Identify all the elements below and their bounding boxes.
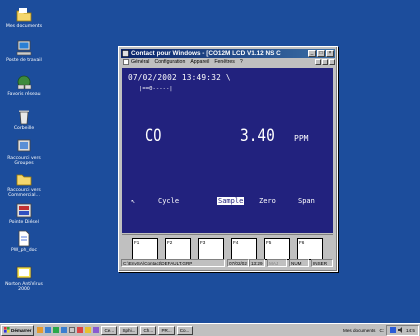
mdi-controls [314,59,335,65]
desktop-icon-label: Corbeille [13,126,35,131]
taskbar: Démarrer Ce... Sphi... Ch... PR... Co...… [0,323,420,336]
mdi-restore-button[interactable] [322,59,328,65]
menu-appareil[interactable]: Appareil [190,59,209,65]
folder-icon [16,174,32,186]
start-label: Démarrer [11,327,32,333]
function-key-f3[interactable]: F3 [198,238,224,260]
desktop-icon-norton-antivirus[interactable]: Norton AntiVirus 2000 [2,264,46,293]
function-key-f6[interactable]: F6 [297,238,323,260]
desktop-icon-pw-ph-doc[interactable]: PW_ph_doc [2,230,46,253]
desktop-icon-label: Favoris réseau [7,92,41,97]
document-icon [18,230,30,247]
minimize-button[interactable]: _ [308,50,316,57]
status-path: C:\EnvSA\Contact\DEFAULT.GRP [121,259,225,267]
close-button[interactable]: × [326,50,334,57]
mdi-minimize-button[interactable] [315,59,321,65]
status-num: NUM [289,259,309,267]
desktop-icon-label: Norton AntiVirus 2000 [5,282,43,293]
contact-window: Contact pour Windows - [CO12M LCD V1.12 … [118,46,338,272]
cursor-arrow-icon: ↖ [131,197,136,205]
display-gas-name: CO [145,126,162,146]
taskbar-task[interactable]: Ch... [140,325,157,335]
display-bargraph: |==0-----| [139,86,173,92]
desktop-icon-label: Mes documents [5,24,43,29]
desktop-icon-poste-de-travail[interactable]: Poste de travail [2,40,46,63]
status-time: 13:29 [249,259,265,267]
display-unit: PPM [294,134,309,143]
antivirus-icon [16,266,32,279]
address-label: Mes documents [343,327,376,333]
softkey-labels: ↖ Cycle Sample Zero Span [122,197,333,207]
quick-launch-icon[interactable] [93,327,100,333]
document-window-icon[interactable] [123,59,129,65]
display-datetime: 07/02/2002 13:49:32 \ [128,73,231,82]
quick-launch-icon[interactable] [69,327,76,333]
desktop-icon-label: Pointe Diésel [9,220,39,225]
quick-launch-icon[interactable] [45,327,52,333]
taskbar-task[interactable]: Ce... [101,325,118,335]
quick-launch [37,327,100,333]
status-maj: MAJ [267,259,287,267]
desktop-icon-label: Raccourci vers Commercial... [7,188,41,199]
quick-launch-icon[interactable] [37,327,44,333]
application-icon [16,203,32,218]
start-button[interactable]: Démarrer [1,324,35,336]
function-key-f2[interactable]: F2 [165,238,191,260]
quick-launch-icon[interactable] [77,327,84,333]
app-icon [122,50,129,57]
desktop-icon-label: PW_ph_doc [11,248,37,253]
mdi-close-button[interactable] [329,59,335,65]
status-bar: C:\EnvSA\Contact\DEFAULT.GRP 07/02/02 13… [121,259,334,268]
address-drive[interactable]: C: [379,328,384,333]
analyzer-display: 07/02/2002 13:49:32 \ |==0-----| CO 3.40… [122,68,333,233]
menu-configuration[interactable]: Configuration [154,59,185,65]
desktop-icon-raccourci-commercial[interactable]: Raccourci vers Commercial... [2,170,46,199]
softkey-cycle[interactable]: Cycle [158,197,179,205]
desktop-icon-raccourci-groupes[interactable]: Raccourci vers Groupes [2,138,46,167]
maximize-button[interactable]: □ [317,50,325,57]
desktop-icon-corbeille[interactable]: Corbeille [2,108,46,131]
desktop-icon-favoris-reseau[interactable]: Favoris réseau [2,74,46,97]
taskbar-task[interactable]: Co... [176,325,193,335]
quick-launch-icon[interactable] [53,327,60,333]
softkey-sample[interactable]: Sample [217,197,245,205]
quick-launch-icon[interactable] [85,327,92,333]
windows-logo-icon [4,327,10,333]
desktop-icon-label: Poste de travail [6,58,42,63]
status-date: 07/02/02 [227,259,249,267]
window-title: Contact pour Windows - [CO12M LCD V1.12 … [131,50,281,57]
computer-icon [16,40,32,56]
menu-fenetres[interactable]: Fenêtres [214,59,234,65]
network-icon [17,75,32,90]
desktop-icon-mes-documents[interactable]: Mes documents [2,6,46,29]
shortcut-icon [17,139,31,152]
status-inser: INSER [311,259,333,267]
taskbar-task[interactable]: Sphi... [119,325,139,335]
volume-icon[interactable] [398,327,404,333]
function-key-f1[interactable]: F1 [132,238,158,260]
menu-general[interactable]: Général [131,59,149,65]
recycle-bin-icon [19,110,29,125]
desktop-icon-label: Raccourci vers Groupes [7,156,41,167]
taskbar-task[interactable]: PR... [158,325,175,335]
tray-app-icon[interactable] [390,327,397,333]
desktop-icon-pointe-diesel[interactable]: Pointe Diésel [2,202,46,225]
display-concentration: 3.40 [240,126,275,146]
softkey-zero[interactable]: Zero [259,197,276,205]
tray-clock[interactable]: 14:5 [406,328,415,333]
menu-bar: Général Configuration Appareil Fenêtres … [121,58,335,66]
folder-icon [16,8,32,22]
function-key-f5[interactable]: F5 [264,238,290,260]
window-titlebar[interactable]: Contact pour Windows - [CO12M LCD V1.12 … [121,49,335,58]
address-toolbar: Mes documents C: [343,328,386,333]
system-tray: 14:5 [386,324,419,336]
function-key-f4[interactable]: F4 [231,238,257,260]
quick-launch-icon[interactable] [61,327,68,333]
softkey-span[interactable]: Span [298,197,315,205]
menu-help[interactable]: ? [240,59,243,65]
